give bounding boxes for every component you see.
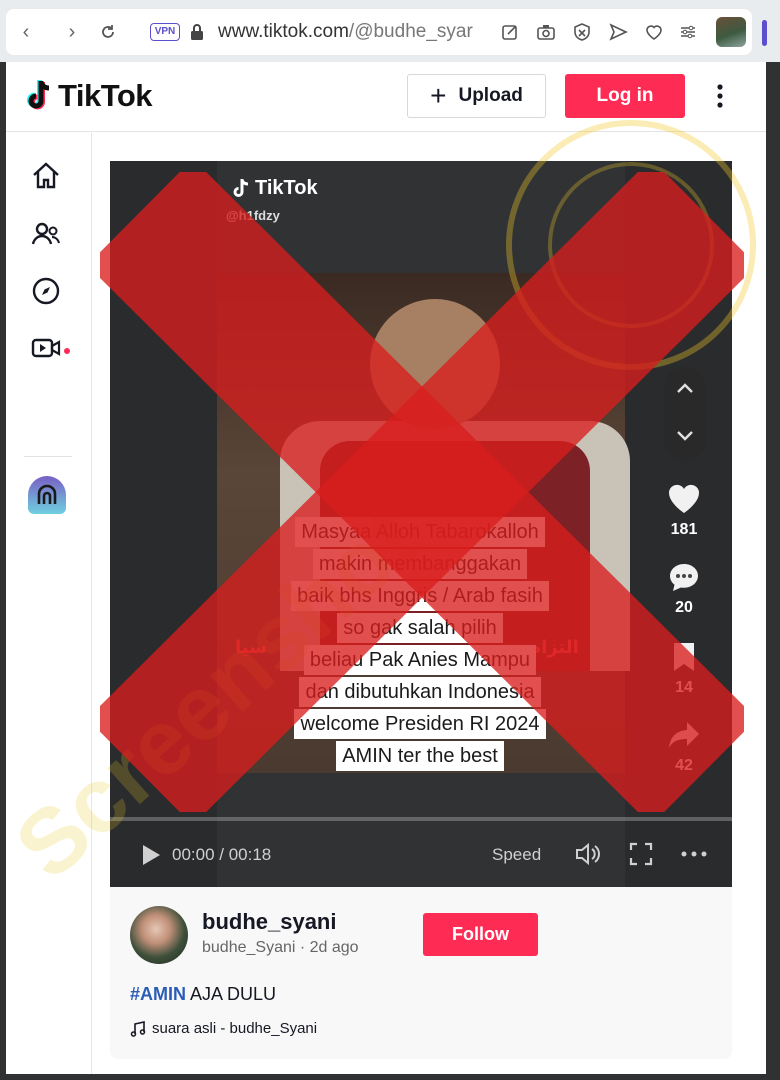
settings-sliders-icon[interactable] (678, 22, 698, 42)
like-count: 181 (670, 521, 698, 538)
side-panel-accent (762, 20, 767, 46)
caption-line: so gak salah pilih (337, 613, 503, 643)
back-icon[interactable]: ‹ (10, 9, 42, 55)
logo-text: TikTok (58, 78, 153, 113)
post-description: #AMIN AJA DULU (130, 984, 276, 1005)
left-sidebar (6, 133, 92, 1074)
explore-icon[interactable] (30, 275, 62, 307)
caption-line: dan dibutuhkan Indonesia (299, 677, 541, 707)
author-username[interactable]: budhe_syani (202, 909, 336, 935)
description-text: AJA DULU (186, 984, 277, 1004)
tiktok-live-icon[interactable] (28, 476, 66, 514)
video-caption: Masyaa Alloh Tabarokalloh makin membangg… (260, 516, 580, 772)
save-action[interactable]: 14 (656, 641, 712, 697)
shield-icon[interactable] (572, 22, 592, 42)
caption-line: AMIN ter the best (336, 741, 504, 771)
author-avatar[interactable] (130, 906, 188, 964)
notification-dot (64, 348, 70, 354)
tiktok-logo[interactable]: TikTok (24, 78, 153, 114)
post-info-card: budhe_syani budhe_Syani · 2d ago Follow … (110, 887, 732, 1059)
upload-button[interactable]: + Upload (407, 74, 546, 118)
share-count: 42 (675, 757, 693, 774)
caption-line: beliau Pak Anies Mampu (303, 645, 537, 675)
tiktok-header: TikTok + Upload Log in (6, 62, 766, 132)
more-options-icon[interactable] (706, 80, 734, 112)
chevron-down-icon[interactable] (675, 429, 695, 443)
author-meta: budhe_Syani · 2d ago (202, 939, 359, 956)
bookmark-icon (674, 643, 694, 671)
comment-icon (670, 564, 698, 591)
video-more-icon[interactable] (680, 841, 708, 867)
fullscreen-icon[interactable] (628, 841, 654, 867)
volume-icon[interactable] (574, 841, 602, 867)
forward-icon[interactable]: › (56, 9, 88, 55)
video-progress-bar[interactable] (110, 817, 732, 821)
url-text[interactable]: www.tiktok.com/@budhe_syar (218, 21, 484, 43)
video-nav-pill (664, 367, 706, 461)
speed-button[interactable]: Speed (492, 845, 541, 865)
share-action[interactable]: 42 (656, 719, 712, 775)
play-icon[interactable] (140, 843, 162, 867)
comment-action[interactable]: 20 (656, 561, 712, 617)
camera-icon[interactable] (536, 22, 556, 42)
tiktok-note-icon (27, 80, 50, 110)
music-note-icon (130, 1020, 146, 1037)
reload-icon[interactable] (92, 9, 124, 55)
browser-toolbar: ‹ › VPN www.tiktok.com/@budhe_syar (0, 0, 780, 62)
edit-icon[interactable] (500, 22, 520, 42)
profile-avatar[interactable] (716, 17, 746, 47)
home-icon[interactable] (30, 160, 62, 192)
caption-line: Masyaa Alloh Tabarokalloh (295, 517, 545, 547)
live-camera-icon[interactable] (30, 332, 62, 364)
upload-label: Upload (458, 85, 523, 106)
caption-line: makin membanggakan (312, 549, 528, 579)
heart-outline-icon[interactable] (644, 22, 664, 42)
heart-icon (668, 484, 700, 513)
video-time: 00:00 / 00:18 (172, 845, 272, 864)
caption-line: welcome Presiden RI 2024 (294, 709, 546, 739)
vpn-badge[interactable]: VPN (150, 23, 180, 41)
comment-count: 20 (675, 599, 693, 616)
watermark-logo-text: TikTok (255, 177, 318, 199)
like-action[interactable]: 181 (656, 483, 712, 539)
address-bar-container: ‹ › VPN www.tiktok.com/@budhe_syar (6, 9, 752, 55)
hashtag-link[interactable]: #AMIN (130, 984, 186, 1004)
video-player[interactable]: TikTok @h1fdzy سيا التزام Masyaa Alloh T… (110, 161, 732, 887)
follow-button[interactable]: Follow (423, 913, 538, 956)
send-icon[interactable] (608, 22, 628, 42)
lock-icon (191, 24, 203, 40)
plus-icon: + (430, 80, 447, 111)
video-watermark-logo: TikTok (232, 177, 318, 200)
save-count: 14 (675, 679, 693, 696)
video-controls: 00:00 / 00:18 Speed (110, 831, 732, 877)
caption-line: baik bhs Inggris / Arab fasih (291, 581, 549, 611)
sidebar-divider (24, 456, 72, 457)
video-watermark-user: @h1fdzy (226, 208, 280, 223)
share-icon (669, 722, 699, 748)
tiktok-page: TikTok + Upload Log in TikTok @h1fdzy سي… (6, 62, 766, 1074)
chevron-up-icon[interactable] (675, 381, 695, 395)
music-link[interactable]: suara asli - budhe_Syani (130, 1020, 317, 1037)
following-icon[interactable] (30, 218, 62, 250)
login-button[interactable]: Log in (565, 74, 685, 118)
video-person-head (370, 299, 500, 429)
tiktok-watermark-icon (233, 178, 249, 197)
music-label: suara asli - budhe_Syani (152, 1020, 318, 1037)
